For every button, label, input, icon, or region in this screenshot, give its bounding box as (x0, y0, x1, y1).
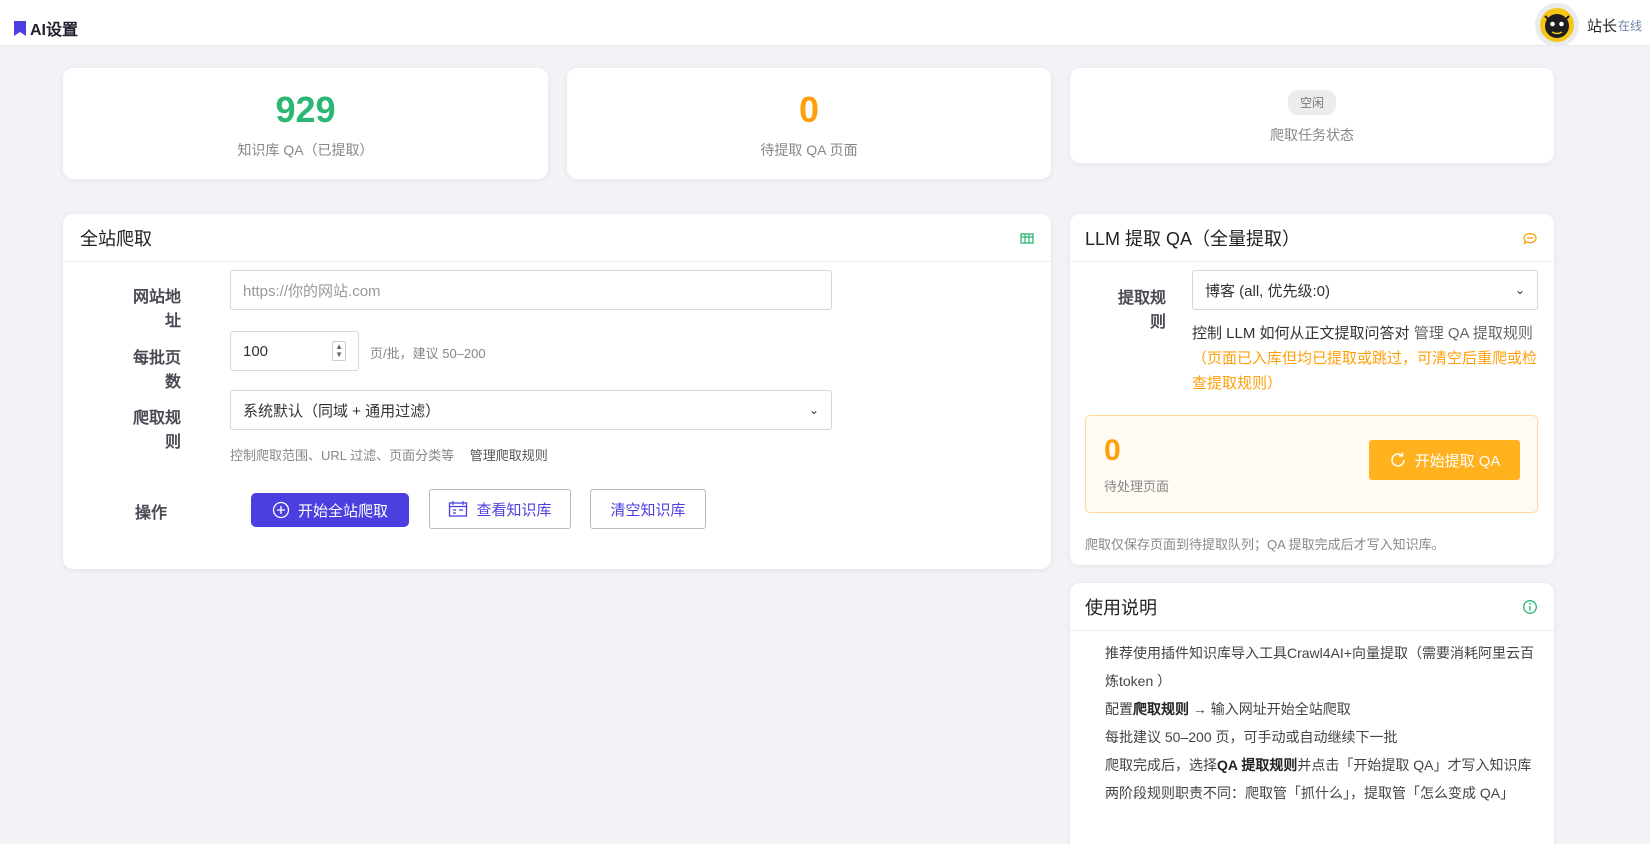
extract-rule-label: 提取规则 (1117, 290, 1166, 331)
view-knowledge-button[interactable]: 查看知识库 (429, 489, 571, 529)
app-title-text: AI设置 (30, 22, 79, 39)
usage-item-2-post: → 输入网址开始全站爬取 (1189, 701, 1351, 717)
app-title: AI设置 (14, 16, 78, 40)
top-bar: AI设置 站长 在线 (0, 0, 1650, 47)
plus-circle-icon (272, 501, 290, 519)
extract-rule-description: 控制 LLM 如何从正文提取问答对 管理 QA 提取规则 （页面已入库但均已提取… (1192, 321, 1544, 396)
crawl-rule-select[interactable]: 系统默认（同域 + 通用过滤） ⌄ (230, 390, 832, 430)
llm-card: LLM 提取 QA（全量提取） 提取规则 博客 (all, 优先级:0) ⌄ 控… (1070, 214, 1554, 565)
usage-item-4-bold: QA 提取规则 (1217, 757, 1298, 773)
usage-card: 使用说明 推荐使用插件知识库导入工具Crawl4AI+向量提取（需要消耗阿里云百… (1070, 583, 1554, 844)
crawl-card-header: 全站爬取 (63, 214, 1051, 262)
pending-count: 0 (798, 89, 820, 130)
user-status: 在线 (1617, 18, 1642, 33)
usage-item-1: 推荐使用插件知识库导入工具Crawl4AI+向量提取（需要消耗阿里云百炼toke… (1105, 645, 1534, 689)
task-status-badge: 空闲 (1287, 90, 1336, 115)
qa-count-label: 知识库 QA（已提取） (237, 142, 374, 158)
usage-card-title: 使用说明 (1085, 597, 1157, 618)
usage-item-5: 两阶段规则职责不同：爬取管「抓什么」，提取管「怎么变成 QA」 (1105, 785, 1515, 801)
crawl-rule-hint: 控制爬取范围、URL 过滤、页面分类等 管理爬取规则 (230, 445, 548, 464)
chevron-down-icon: ⌄ (808, 403, 819, 417)
clear-knowledge-button[interactable]: 清空知识库 (590, 489, 706, 529)
avatar[interactable] (1534, 3, 1579, 47)
usage-item-4: 爬取完成后，选择QA 提取规则并点击「开始提取 QA」才写入知识库 (1105, 751, 1545, 779)
actions-label: 操作 (134, 505, 167, 522)
usage-item-3: 每批建议 50–200 页，可手动或自动继续下一批 (1105, 729, 1398, 745)
extract-footer-note: 爬取仅保存页面到待提取队列；QA 提取完成后才写入知识库。 (1085, 537, 1445, 552)
usage-item-2-pre: 配置 (1105, 701, 1133, 717)
refresh-icon (1390, 452, 1405, 467)
manage-crawl-rules-link[interactable]: 管理爬取规则 (470, 448, 548, 463)
crawl-card: 全站爬取 网站地址 https://你的网站.com 每批页数 100 ▲ ▼ 页… (63, 214, 1051, 569)
bookmark-icon (14, 20, 26, 36)
stepper-arrows-icon[interactable]: ▲ ▼ (332, 341, 346, 361)
stat-card-pending: 0 待提取 QA 页面 (567, 68, 1051, 179)
pending-pages-count: 0 (1104, 434, 1121, 467)
user-menu[interactable]: 站长 在线 (1534, 3, 1642, 47)
extract-warning: （页面已入库但均已提取或跳过，可清空后重爬或检查提取规则） (1192, 350, 1538, 392)
crawl-rule-hint-text: 控制爬取范围、URL 过滤、页面分类等 (230, 448, 455, 463)
crawl-rule-value: 系统默认（同域 + 通用过滤） (243, 402, 441, 420)
usage-item-2-bold: 爬取规则 (1133, 701, 1189, 717)
start-crawl-label: 开始全站爬取 (297, 502, 388, 520)
start-extract-button[interactable]: 开始提取 QA (1369, 440, 1520, 480)
user-name: 站长 (1586, 17, 1617, 35)
usage-item-4-post: 并点击「开始提取 QA」才写入知识库 (1297, 757, 1532, 773)
calendar-list-icon (449, 501, 468, 517)
avatar-image-icon (1539, 8, 1574, 42)
pending-pages-panel: 0 待处理页面 开始提取 QA (1085, 415, 1538, 513)
usage-item-4-pre: 爬取完成后，选择 (1105, 757, 1217, 773)
qa-count: 929 (275, 89, 336, 130)
chevron-down-icon: ⌄ (1514, 283, 1525, 297)
clear-knowledge-label: 清空知识库 (610, 501, 686, 519)
start-crawl-button[interactable]: 开始全站爬取 (251, 493, 409, 527)
batch-size-stepper[interactable]: 100 ▲ ▼ (230, 331, 359, 371)
info-icon (1523, 599, 1537, 614)
batch-label: 每批页数 (132, 350, 181, 391)
manage-qa-rules-link[interactable]: 管理 QA 提取规则 (1414, 325, 1533, 342)
extract-rule-select[interactable]: 博客 (all, 优先级:0) ⌄ (1192, 270, 1538, 310)
usage-list: 推荐使用插件知识库导入工具Crawl4AI+向量提取（需要消耗阿里云百炼toke… (1105, 639, 1545, 807)
extract-rule-desc-text: 控制 LLM 如何从正文提取问答对 (1192, 325, 1410, 342)
crawl-card-title: 全站爬取 (80, 228, 152, 249)
llm-card-header: LLM 提取 QA（全量提取） (1070, 214, 1554, 262)
stat-card-task: 空闲 爬取任务状态 (1070, 68, 1554, 163)
usage-item-2: 配置爬取规则 → 输入网址开始全站爬取 (1105, 695, 1545, 723)
batch-hint: 页/批，建议 50–200 (370, 346, 486, 361)
pending-count-label: 待提取 QA 页面 (760, 142, 858, 158)
url-input[interactable]: https://你的网站.com (230, 270, 832, 310)
start-extract-label: 开始提取 QA (1414, 452, 1501, 470)
chat-bubble-icon (1523, 232, 1537, 245)
batch-size-value: 100 (243, 342, 269, 360)
usage-card-header: 使用说明 (1070, 583, 1554, 631)
llm-card-title: LLM 提取 QA（全量提取） (1085, 228, 1301, 249)
view-knowledge-label: 查看知识库 (476, 501, 552, 519)
crawl-rule-label: 爬取规则 (132, 410, 181, 451)
task-status-label: 爬取任务状态 (1270, 127, 1354, 143)
extract-rule-value: 博客 (all, 优先级:0) (1205, 282, 1331, 300)
url-label: 网站地址 (132, 289, 181, 330)
stat-card-qa: 929 知识库 QA（已提取） (63, 68, 548, 179)
pending-pages-label: 待处理页面 (1104, 479, 1170, 494)
table-icon (1020, 232, 1034, 244)
